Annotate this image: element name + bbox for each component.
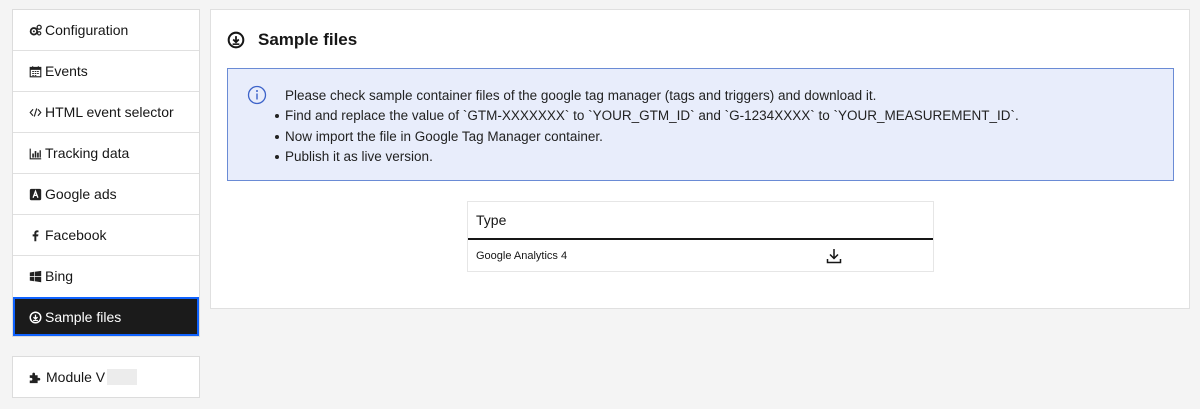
redacted-version (107, 369, 138, 385)
windows-icon (28, 269, 42, 283)
sidebar-item-google-ads[interactable]: Google ads (13, 173, 199, 214)
table-row: Google Analytics 4 (468, 240, 933, 271)
sidebar: Configuration Events HTML event selector… (12, 9, 200, 398)
code-icon (28, 105, 42, 119)
sidebar-item-configuration[interactable]: Configuration (13, 10, 199, 50)
download-circle-icon (28, 310, 42, 324)
info-intro: Please check sample container files of t… (285, 88, 877, 103)
sidebar-item-sample-files[interactable]: Sample files (13, 297, 199, 336)
module-version: Module V (12, 356, 200, 398)
table-header-type: Type (468, 202, 933, 240)
download-circle-icon (227, 31, 245, 49)
calendar-icon (28, 64, 42, 78)
sidebar-nav: Configuration Events HTML event selector… (12, 9, 200, 337)
info-icon (247, 85, 267, 105)
page-title: Sample files (258, 30, 358, 49)
sidebar-item-label: Google ads (45, 186, 117, 202)
sidebar-item-label: Events (45, 63, 88, 79)
sample-files-table: Type Google Analytics 4 (467, 201, 934, 272)
sidebar-item-bing[interactable]: Bing (13, 255, 199, 296)
facebook-icon (28, 228, 42, 242)
sidebar-item-tracking-data[interactable]: Tracking data (13, 132, 199, 173)
info-bullets: Find and replace the value of `GTM-XXXXX… (275, 108, 1019, 170)
bar-chart-icon (28, 146, 42, 160)
info-bullet: Now import the file in Google Tag Manage… (275, 129, 1019, 150)
sidebar-item-facebook[interactable]: Facebook (13, 214, 199, 255)
sidebar-item-html-event-selector[interactable]: HTML event selector (13, 91, 199, 132)
google-ads-icon (28, 187, 42, 201)
sidebar-item-events[interactable]: Events (13, 50, 199, 91)
table-cell-type: Google Analytics 4 (476, 249, 568, 262)
gears-icon (28, 23, 42, 37)
download-icon[interactable] (825, 247, 843, 265)
sidebar-item-label: Bing (45, 268, 74, 284)
sidebar-item-label: Configuration (45, 22, 129, 38)
info-bullet: Find and replace the value of `GTM-XXXXX… (275, 108, 1019, 129)
info-bullet: Publish it as live version. (275, 149, 1019, 170)
main-panel: Sample files Please check sample contain… (210, 9, 1190, 309)
puzzle-icon (28, 370, 43, 384)
sidebar-item-label: HTML event selector (45, 104, 174, 120)
page-title-row: Sample files (227, 30, 357, 50)
info-notification: Please check sample container files of t… (227, 68, 1174, 181)
sidebar-item-label: Facebook (45, 227, 107, 243)
module-label: Module V (46, 369, 106, 385)
sidebar-item-label: Tracking data (45, 145, 130, 161)
sidebar-item-label: Sample files (45, 309, 122, 325)
